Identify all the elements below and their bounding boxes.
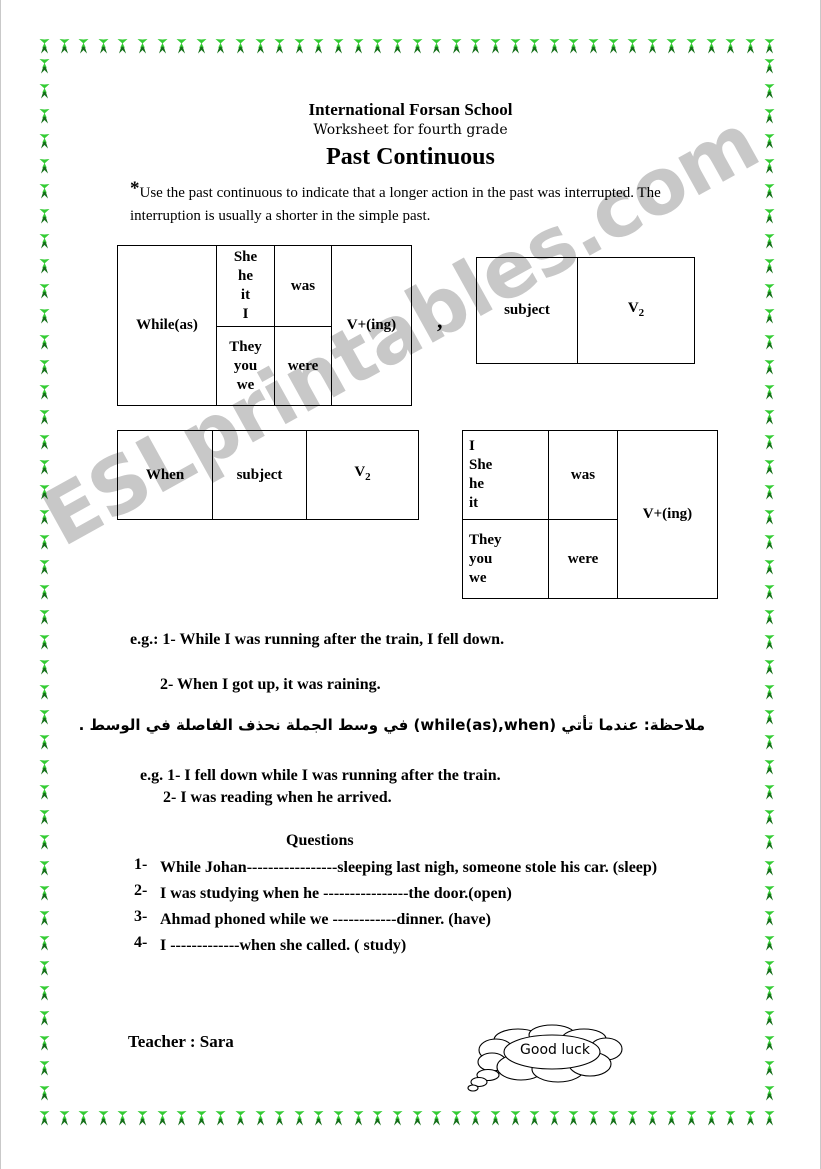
- cell-aux-were: were: [274, 326, 332, 406]
- cell-pronouns-plural: They you we: [216, 326, 275, 406]
- good-luck-label: Good luck: [520, 1042, 590, 1058]
- verb-letter: V: [354, 464, 366, 480]
- verb-subscript: 2: [638, 306, 645, 319]
- intro-text: Use the past continuous to indicate that…: [130, 185, 661, 224]
- intro-paragraph: *Use the past continuous to indicate tha…: [130, 179, 690, 228]
- verb-subscript: 2: [365, 471, 371, 483]
- example-group1-item1: e.g.: 1- While I was running after the t…: [130, 631, 505, 648]
- question-item: 1- While Johan-----------------sleeping …: [134, 856, 704, 879]
- table-when-structure: When subject V2: [117, 430, 419, 520]
- question-number: 2-: [134, 882, 148, 899]
- cell-conjunction-while: While(as): [117, 245, 217, 406]
- page-title: Past Continuous: [326, 144, 495, 170]
- teacher-name: Teacher : Sara: [128, 1032, 234, 1051]
- questions-list: 1- While Johan-----------------sleeping …: [134, 856, 704, 960]
- table-subject-v2: subject V2: [476, 257, 695, 364]
- cell-pronouns-singular: She he it I: [216, 245, 275, 327]
- question-item: 3- Ahmad phoned while we ------------din…: [134, 908, 704, 931]
- question-number: 3-: [134, 908, 148, 925]
- verb-letter: V: [627, 299, 639, 316]
- example-group2-item1: e.g. 1- I fell down while I was running …: [140, 767, 501, 784]
- question-text: I -------------when she called. ( study): [160, 937, 407, 954]
- school-name: International Forsan School: [308, 100, 513, 119]
- cell-aux-were: were: [548, 519, 618, 599]
- example-group2-item2: 2- I was reading when he arrived.: [163, 789, 392, 806]
- question-number: 4-: [134, 934, 148, 951]
- question-item: 2- I was studying when he --------------…: [134, 882, 704, 905]
- asterisk-marker: *: [130, 178, 140, 199]
- question-text: While Johan-----------------sleeping las…: [160, 859, 658, 876]
- cell-conjunction-when: When: [117, 430, 213, 520]
- worksheet-subtitle: Worksheet for fourth grade: [313, 122, 508, 138]
- cell-verb-past: V2: [306, 430, 419, 520]
- cell-aux-was: was: [274, 245, 332, 327]
- question-text: I was studying when he ----------------t…: [160, 885, 512, 902]
- cell-verb-past: V2: [577, 257, 695, 364]
- example-group1-item2: 2- When I got up, it was raining.: [160, 676, 381, 693]
- cell-verb-ing: V+(ing): [617, 430, 718, 599]
- comma-separator: ,: [437, 308, 443, 333]
- question-number: 1-: [134, 856, 148, 873]
- question-text: Ahmad phoned while we ------------dinner…: [160, 911, 491, 928]
- cell-subject: subject: [476, 257, 578, 364]
- questions-heading: Questions: [286, 832, 354, 849]
- table-while-structure: While(as) She he it I was V+(ing) They you we…: [117, 245, 412, 406]
- table-pronoun-ving: I She he it was V+(ing) They you we were: [462, 430, 718, 599]
- cell-pronouns-plural: They you we: [462, 519, 549, 599]
- question-item: 4- I -------------when she called. ( stu…: [134, 934, 704, 957]
- cell-subject: subject: [212, 430, 307, 520]
- cell-verb-ing: V+(ing): [331, 245, 412, 406]
- cell-aux-was: was: [548, 430, 618, 520]
- cell-pronouns-singular: I She he it: [462, 430, 549, 520]
- arabic-note: ملاحظة: عندما تأتي (while(as),when) في و…: [78, 716, 705, 734]
